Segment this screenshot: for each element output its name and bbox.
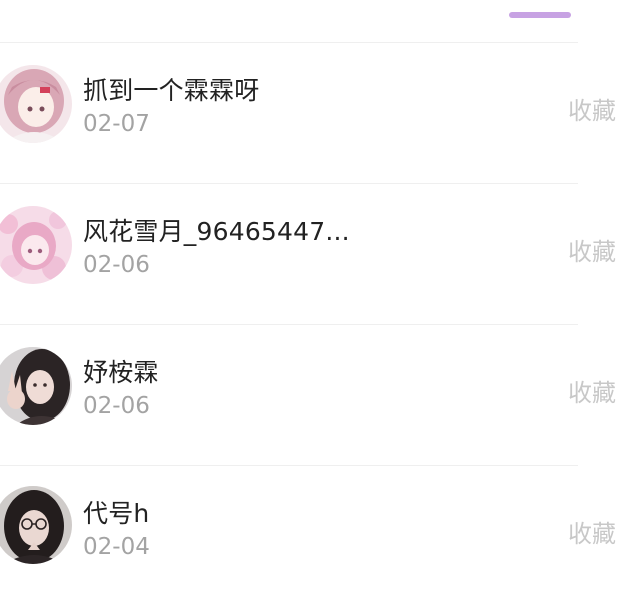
user-name: 代号h xyxy=(83,499,150,528)
date-label: 02-06 xyxy=(83,393,150,419)
list-item[interactable]: 风花雪月_96465447... 02-06 收藏 xyxy=(0,184,640,325)
list-item[interactable]: 妤桉霖 02-06 收藏 xyxy=(0,325,640,466)
date-label: 02-07 xyxy=(83,111,150,137)
active-tab-indicator xyxy=(509,12,571,18)
favorite-button[interactable]: 收藏 xyxy=(568,232,616,267)
user-name: 风花雪月_96465447... xyxy=(83,217,350,246)
anime-girl-pink-hair-avatar-icon[interactable] xyxy=(0,65,72,143)
user-name: 抓到一个霖霖呀 xyxy=(83,76,260,105)
date-label: 02-04 xyxy=(83,534,150,560)
list-item[interactable]: 代号h 02-04 收藏 xyxy=(0,466,640,607)
girl-peace-sign-photo-avatar-icon[interactable] xyxy=(0,347,72,425)
favorite-button[interactable]: 收藏 xyxy=(568,514,616,549)
user-name: 妤桉霖 xyxy=(83,358,159,387)
anime-girl-pink-floral-avatar-icon[interactable] xyxy=(0,206,72,284)
list-item[interactable]: 抓到一个霖霖呀 02-07 收藏 xyxy=(0,43,640,184)
favorite-button[interactable]: 收藏 xyxy=(568,91,616,126)
favorite-button[interactable]: 收藏 xyxy=(568,373,616,408)
girl-glasses-photo-avatar-icon[interactable] xyxy=(0,486,72,564)
date-label: 02-06 xyxy=(83,252,150,278)
